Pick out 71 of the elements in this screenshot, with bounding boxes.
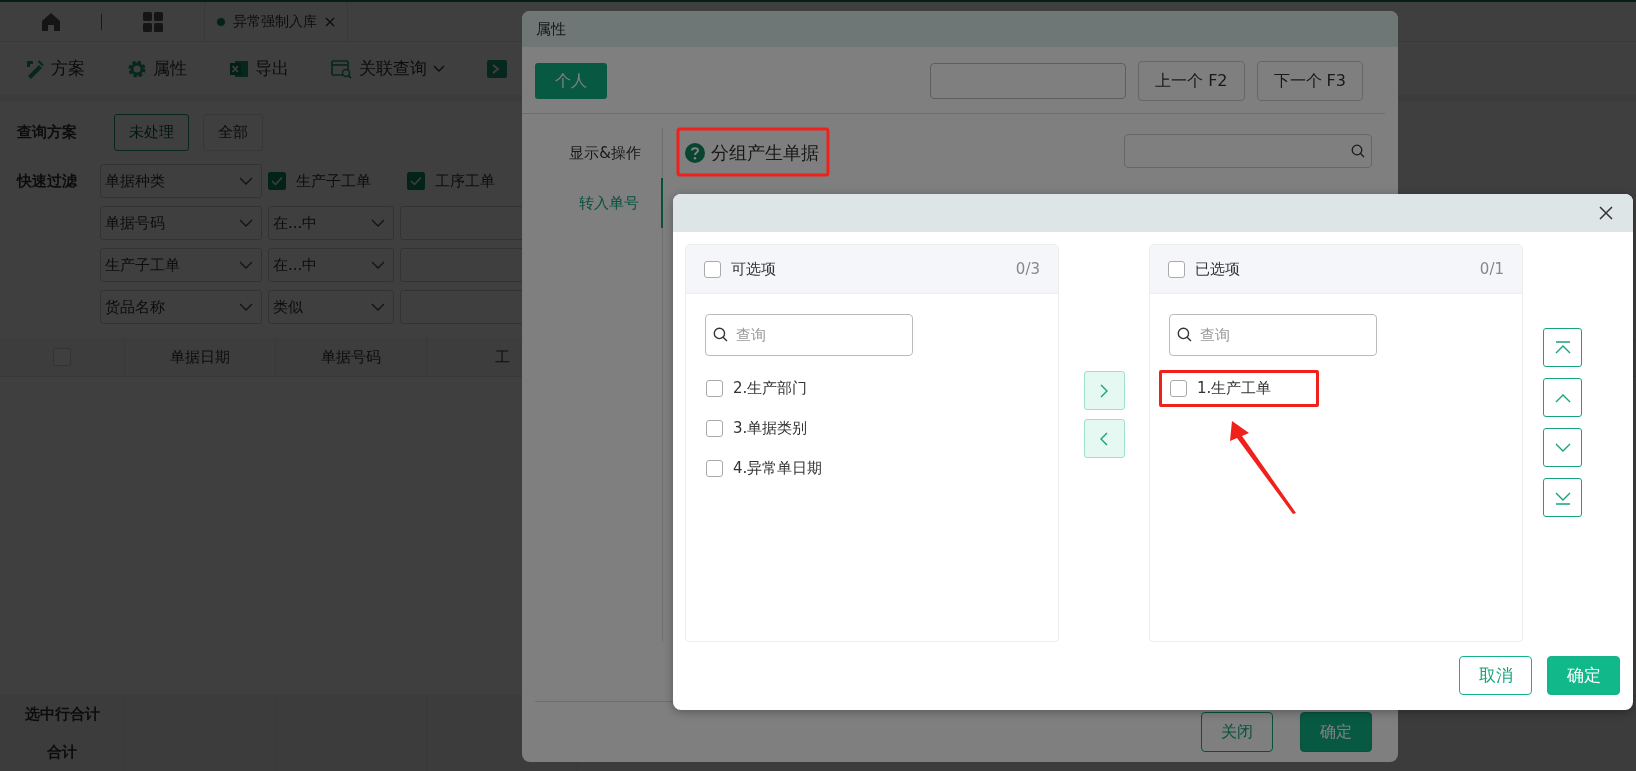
spreadsheet-icon xyxy=(229,58,249,79)
chevron-down-icon xyxy=(371,303,385,311)
chevron-up-icon xyxy=(1553,392,1572,403)
input-field[interactable] xyxy=(930,63,1127,99)
nav-button[interactable]: 上一个 F2 xyxy=(1138,61,1245,101)
panel-title: 已选项 xyxy=(1195,259,1241,279)
nav-button[interactable]: 下一个 F3 xyxy=(1256,61,1363,101)
search-field[interactable]: 查询 xyxy=(705,314,913,356)
dot-icon xyxy=(217,17,225,26)
annotation-box[interactable]: 1.生产工单 xyxy=(1159,370,1320,407)
checkbox[interactable] xyxy=(407,172,425,190)
arrow-bottom-icon xyxy=(1553,490,1572,505)
chevron-down-icon xyxy=(1553,442,1572,453)
section-heading: 分组产生单据 xyxy=(711,141,819,165)
dialog-title: 属性 xyxy=(536,19,566,39)
dialog-button[interactable]: 取消 xyxy=(1459,656,1532,695)
check-icon xyxy=(410,176,422,186)
terminal-icon xyxy=(487,58,507,79)
scheme-button[interactable]: 未处理 xyxy=(114,114,189,151)
checkbox[interactable] xyxy=(268,172,286,190)
dialog-button[interactable]: 关闭 xyxy=(1201,712,1273,752)
list-item[interactable]: 4.异常单日期 xyxy=(695,450,871,487)
search-icon xyxy=(1351,144,1365,158)
chevron-down-icon xyxy=(239,177,253,185)
search-field[interactable] xyxy=(1124,134,1372,168)
move-bottom-button[interactable] xyxy=(1543,478,1582,517)
checkbox[interactable] xyxy=(1168,260,1185,278)
window-search-icon xyxy=(331,58,353,79)
chevron-down-icon xyxy=(239,303,253,311)
tab[interactable]: 个人 xyxy=(535,63,607,99)
move-down-button[interactable] xyxy=(1543,428,1582,467)
dialog-button[interactable]: 确定 xyxy=(1300,712,1372,752)
checkbox[interactable] xyxy=(706,460,723,477)
panel-title: 可选项 xyxy=(731,259,777,279)
settings-icon xyxy=(127,58,147,79)
search-icon xyxy=(713,327,728,342)
search-icon xyxy=(1177,327,1192,342)
chevron-left-icon xyxy=(1100,431,1108,446)
item-label: 1.生产工单 xyxy=(1197,379,1272,398)
check-icon xyxy=(271,176,283,186)
chevron-down-icon xyxy=(371,261,385,269)
dialog-button[interactable]: 确定 xyxy=(1547,656,1620,695)
close-icon[interactable] xyxy=(1599,206,1613,220)
home-icon[interactable] xyxy=(40,10,62,33)
move-up-button[interactable] xyxy=(1543,378,1582,417)
chevron-down-icon xyxy=(239,219,253,227)
nav-item[interactable]: 转入单号 xyxy=(579,178,663,228)
pencil-ruler-icon xyxy=(25,58,45,79)
chevron-right-icon xyxy=(1100,383,1108,398)
grid-icon[interactable] xyxy=(142,10,164,33)
nav-item[interactable]: 显示&操作 xyxy=(569,128,663,178)
checkbox[interactable] xyxy=(706,380,723,397)
move-right-button[interactable] xyxy=(1083,371,1125,410)
item-label: 2.生产部门 xyxy=(733,379,808,398)
arrow-top-icon xyxy=(1553,340,1572,355)
checkbox[interactable] xyxy=(704,260,721,278)
item-count: 0/3 xyxy=(1015,260,1040,278)
list-item[interactable]: 2.生产部门 xyxy=(695,370,856,407)
move-top-button[interactable] xyxy=(1543,328,1582,367)
chevron-down-icon xyxy=(371,219,385,227)
toolbar-button[interactable] xyxy=(487,58,507,79)
list-item[interactable]: 3.单据类别 xyxy=(695,410,856,447)
move-left-button[interactable] xyxy=(1083,419,1125,458)
help-icon[interactable] xyxy=(685,143,705,163)
chevron-down-icon xyxy=(239,261,253,269)
item-label: 4.异常单日期 xyxy=(733,459,823,478)
checkbox[interactable] xyxy=(706,420,723,437)
checkbox[interactable] xyxy=(1170,380,1187,397)
item-label: 3.单据类别 xyxy=(733,419,808,438)
search-field[interactable]: 查询 xyxy=(1169,314,1377,356)
item-count: 0/1 xyxy=(1479,260,1504,278)
